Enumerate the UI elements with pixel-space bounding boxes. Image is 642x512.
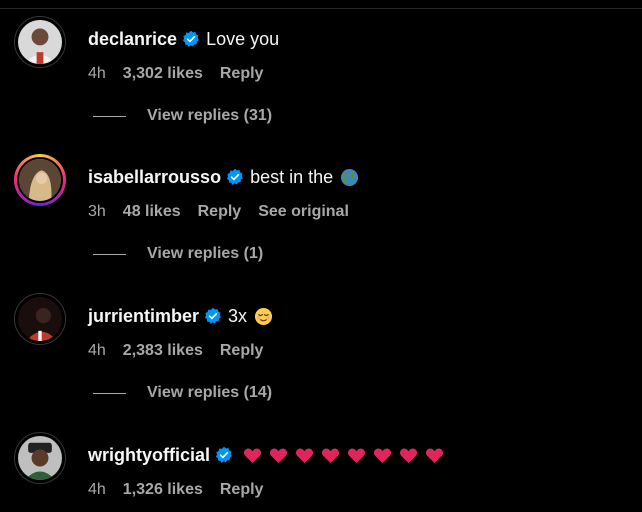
red-heart-icon: [321, 447, 340, 463]
verified-badge-icon: [182, 30, 200, 48]
relieved-face-icon: [254, 307, 273, 326]
verified-badge-icon: [215, 446, 233, 464]
comment-hearts: [243, 447, 444, 464]
avatar[interactable]: [14, 154, 66, 206]
red-heart-icon: [425, 447, 444, 463]
timestamp[interactable]: 4h: [88, 341, 106, 361]
view-replies-button[interactable]: View replies (1): [93, 244, 263, 264]
divider: [93, 253, 126, 255]
reply-button[interactable]: Reply: [220, 480, 264, 500]
comment-item: isabellarrousso best in the 3h 48 likes …: [0, 154, 642, 224]
comment-item: jurrientimber 3x 4h 2,383 likes Reply: [0, 293, 642, 363]
reply-button[interactable]: Reply: [220, 64, 264, 84]
comment-text: Love you: [206, 29, 280, 49]
avatar[interactable]: [14, 432, 66, 484]
view-replies-button[interactable]: View replies (14): [93, 383, 272, 403]
comment-text: 3x: [228, 306, 248, 326]
globe-icon: [340, 168, 359, 187]
divider: [93, 392, 126, 394]
verified-badge-icon: [204, 307, 222, 325]
username[interactable]: declanrice: [88, 28, 177, 50]
divider: [0, 8, 642, 9]
timestamp[interactable]: 4h: [88, 64, 106, 84]
see-original-button[interactable]: See original: [258, 202, 349, 222]
comment-text: best in the: [250, 167, 334, 187]
verified-badge-icon: [226, 168, 244, 186]
username[interactable]: isabellarrousso: [88, 166, 221, 188]
view-replies-label: View replies (14): [147, 384, 273, 401]
view-replies-label: View replies (31): [147, 107, 273, 124]
timestamp[interactable]: 4h: [88, 480, 106, 500]
likes-count[interactable]: 3,302 likes: [123, 64, 203, 84]
comment-item: wrightyofficial 4h 1,326 likes Reply: [0, 432, 642, 502]
likes-count[interactable]: 1,326 likes: [123, 480, 203, 500]
reply-button[interactable]: Reply: [220, 341, 264, 361]
comment-item: declanrice Love you 4h 3,302 likes Reply: [0, 16, 642, 86]
divider: [93, 115, 126, 117]
likes-count[interactable]: 48 likes: [123, 202, 181, 222]
red-heart-icon: [295, 447, 314, 463]
timestamp[interactable]: 3h: [88, 202, 106, 222]
likes-count[interactable]: 2,383 likes: [123, 341, 203, 361]
reply-button[interactable]: Reply: [198, 202, 242, 222]
red-heart-icon: [373, 447, 392, 463]
username[interactable]: wrightyofficial: [88, 444, 210, 466]
red-heart-icon: [243, 447, 262, 463]
red-heart-icon: [269, 447, 288, 463]
avatar[interactable]: [14, 16, 66, 68]
red-heart-icon: [399, 447, 418, 463]
username[interactable]: jurrientimber: [88, 305, 199, 327]
view-replies-button[interactable]: View replies (31): [93, 106, 272, 126]
red-heart-icon: [347, 447, 366, 463]
view-replies-label: View replies (1): [147, 245, 264, 262]
avatar[interactable]: [14, 293, 66, 345]
